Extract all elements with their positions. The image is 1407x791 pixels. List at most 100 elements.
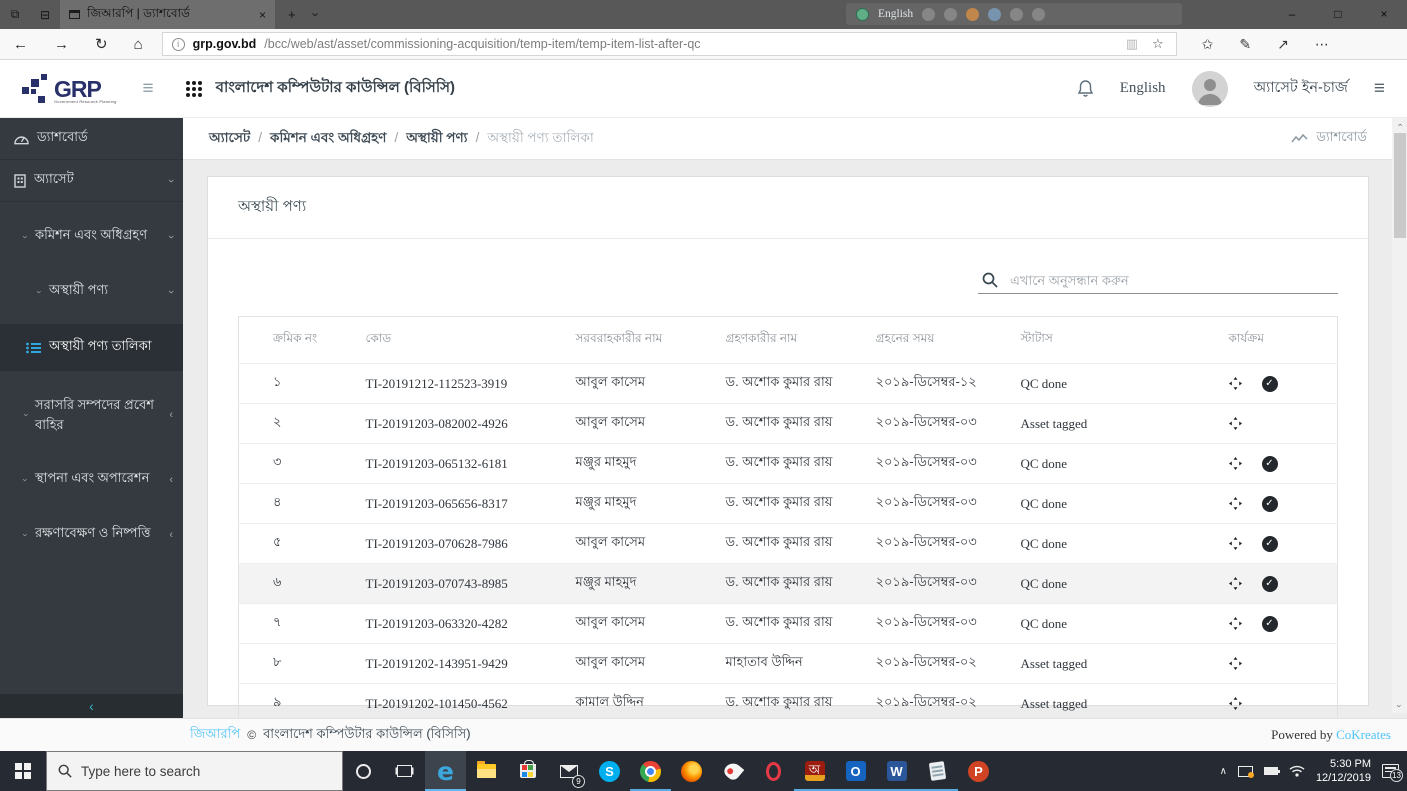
taskbar-search[interactable]: Type here to search bbox=[46, 751, 343, 791]
overlay-icon[interactable] bbox=[988, 7, 1002, 21]
taskbar-chrome-button[interactable] bbox=[630, 751, 671, 791]
more-options-icon[interactable]: ⋯ bbox=[1302, 36, 1342, 53]
overlay-info-icon[interactable] bbox=[1032, 7, 1046, 21]
url-domain: grp.gov.bd bbox=[192, 37, 257, 51]
taskbar-cortana-button[interactable] bbox=[343, 751, 384, 791]
sidebar-item-2[interactable]: › কমিশন এবং অধিগ্রহণ › bbox=[0, 216, 183, 257]
scrollbar-thumb[interactable] bbox=[1393, 133, 1406, 238]
sidebar-collapse-button[interactable]: ‹ bbox=[0, 694, 183, 718]
cell-date: ২০১৯-ডিসেম্বর-০২ bbox=[865, 643, 1011, 684]
browser-tab[interactable]: জিআরপি | ড্যাশবোর্ড × bbox=[60, 0, 275, 29]
tray-expand-chevron-icon[interactable]: ∧ bbox=[1220, 766, 1227, 777]
taskbar-task-view-button[interactable] bbox=[384, 751, 425, 791]
set-aside-tabs-icon[interactable]: ⧉ bbox=[0, 7, 30, 22]
overlay-icon[interactable] bbox=[966, 7, 980, 21]
overlay-icon[interactable] bbox=[922, 7, 936, 21]
taskbar-notepad-button[interactable] bbox=[917, 751, 958, 791]
sidebar-item-3[interactable]: › অস্থায়ী পণ্য › bbox=[0, 271, 183, 312]
sidebar-item-4[interactable]: অস্থায়ী পণ্য তালিকা bbox=[0, 324, 183, 371]
reading-view-icon[interactable]: ▥ bbox=[1123, 36, 1141, 52]
battery-icon[interactable] bbox=[1263, 767, 1280, 775]
taskbar-file-explorer-button[interactable] bbox=[466, 751, 507, 791]
sidebar-item-0[interactable]: ড্যাশবোর্ড bbox=[0, 118, 183, 160]
qc-done-check-icon[interactable]: ✓ bbox=[1261, 575, 1278, 592]
home-icon[interactable]: ⌂ bbox=[121, 36, 156, 53]
user-role-label[interactable]: অ্যাসেট ইন-চার্জ bbox=[1254, 77, 1348, 101]
hub-icon[interactable]: ✩ bbox=[1189, 36, 1227, 53]
qc-done-check-icon[interactable]: ✓ bbox=[1261, 535, 1278, 552]
window-minimize-button[interactable]: – bbox=[1269, 0, 1315, 29]
breadcrumb-item[interactable]: অ্যাসেট bbox=[209, 130, 250, 145]
overlay-help-icon[interactable] bbox=[1010, 7, 1024, 21]
share-icon[interactable]: ↗ bbox=[1264, 36, 1302, 53]
move-action-icon[interactable] bbox=[1228, 577, 1242, 590]
move-action-icon[interactable] bbox=[1228, 497, 1242, 510]
url-field[interactable]: i grp.gov.bd /bcc/web/ast/asset/commissi… bbox=[161, 32, 1177, 56]
move-action-icon[interactable] bbox=[1228, 457, 1242, 470]
tab-preview-icon[interactable]: ⊟ bbox=[30, 8, 60, 22]
language-switcher[interactable]: English bbox=[1120, 80, 1166, 97]
qc-done-check-icon[interactable]: ✓ bbox=[1261, 375, 1278, 392]
taskbar-store-button[interactable] bbox=[507, 751, 548, 791]
site-info-icon[interactable]: i bbox=[171, 37, 185, 51]
taskbar-firefox-button[interactable] bbox=[671, 751, 712, 791]
taskbar-avro-keyboard-button[interactable] bbox=[712, 751, 753, 791]
tab-list-chevron-icon[interactable]: › bbox=[308, 5, 323, 23]
refresh-icon[interactable]: ↻ bbox=[82, 35, 121, 53]
page-scrollbar[interactable]: › › bbox=[1392, 118, 1407, 713]
move-action-icon[interactable] bbox=[1228, 377, 1242, 390]
footer-brand-link[interactable]: জিআরপি bbox=[190, 725, 240, 746]
qc-done-check-icon[interactable]: ✓ bbox=[1261, 495, 1278, 512]
taskbar-word-button[interactable]: W bbox=[876, 751, 917, 791]
settings-menu-icon[interactable]: ≡ bbox=[1374, 78, 1385, 100]
user-avatar[interactable] bbox=[1191, 70, 1228, 107]
back-icon[interactable]: ← bbox=[0, 36, 41, 53]
sidebar-item-1[interactable]: অ্যাসেট › bbox=[0, 160, 183, 202]
sidebar-item-7[interactable]: › রক্ষণাবেক্ষণ ও নিষ্পত্তি ‹ bbox=[0, 514, 183, 555]
move-action-icon[interactable] bbox=[1228, 417, 1242, 430]
new-tab-button[interactable]: + bbox=[281, 7, 303, 22]
dashboard-shortcut[interactable]: ড্যাশবোর্ড bbox=[1291, 128, 1367, 149]
wifi-icon[interactable] bbox=[1289, 765, 1305, 777]
translate-icon[interactable] bbox=[856, 7, 869, 21]
sidebar-item-5[interactable]: › সরাসরি সম্পদের প্রবেশ বাহির ‹ bbox=[0, 385, 183, 445]
taskbar-bangla-keyboard-button[interactable]: অ bbox=[794, 751, 835, 791]
display-notification-icon[interactable] bbox=[1237, 765, 1254, 778]
overlay-icon[interactable] bbox=[944, 7, 958, 21]
taskbar-outlook-button[interactable]: O bbox=[835, 751, 876, 791]
qc-done-check-icon[interactable]: ✓ bbox=[1261, 615, 1278, 632]
app-grid-icon[interactable] bbox=[185, 80, 202, 97]
taskbar-mail-button[interactable]: 9 bbox=[548, 751, 589, 791]
taskbar-powerpoint-button[interactable]: P bbox=[958, 751, 999, 791]
taskbar-opera-button[interactable] bbox=[753, 751, 794, 791]
qc-done-check-icon[interactable]: ✓ bbox=[1261, 455, 1278, 472]
table-row: ৮ TI-20191202-143951-9429 আবুল কাসেম মাহাতা… bbox=[238, 643, 1338, 684]
grp-logo[interactable]: GRP Government Resource Planning bbox=[22, 73, 117, 104]
opera-icon bbox=[766, 761, 781, 781]
action-center-icon[interactable]: 13 bbox=[1382, 764, 1403, 782]
window-close-button[interactable]: × bbox=[1361, 0, 1407, 29]
favorite-star-icon[interactable]: ☆ bbox=[1149, 36, 1167, 52]
move-action-icon[interactable] bbox=[1228, 657, 1242, 670]
cokreates-link[interactable]: CoKreates bbox=[1336, 727, 1391, 742]
move-action-icon[interactable] bbox=[1228, 697, 1242, 710]
move-action-icon[interactable] bbox=[1228, 537, 1242, 550]
taskbar-skype-button[interactable]: S bbox=[589, 751, 630, 791]
move-action-icon[interactable] bbox=[1228, 617, 1242, 630]
search-input[interactable] bbox=[1010, 272, 1334, 288]
window-maximize-button[interactable]: □ bbox=[1315, 0, 1361, 29]
taskbar-clock[interactable]: 5:30 PM 12/12/2019 bbox=[1316, 757, 1371, 786]
sidebar-item-6[interactable]: › স্থাপনা এবং অপারেশন ‹ bbox=[0, 459, 183, 500]
scroll-down-icon[interactable]: › bbox=[1393, 705, 1407, 708]
start-button[interactable] bbox=[0, 751, 46, 791]
notification-bell-icon[interactable] bbox=[1077, 79, 1094, 98]
tab-close-icon[interactable]: × bbox=[259, 8, 266, 22]
forward-icon[interactable]: → bbox=[41, 36, 82, 53]
breadcrumb-item[interactable]: কমিশন এবং অধিগ্রহণ bbox=[270, 130, 386, 145]
taskbar-edge-button[interactable]: e bbox=[425, 751, 466, 791]
scroll-up-icon[interactable]: › bbox=[1393, 124, 1407, 127]
cell-date: ২০১৯-ডিসেম্বর-০৩ bbox=[865, 563, 1011, 604]
sidebar-toggle-icon[interactable]: ≡ bbox=[143, 78, 154, 100]
web-note-pen-icon[interactable]: ✎ bbox=[1226, 36, 1264, 53]
breadcrumb-item[interactable]: অস্থায়ী পণ্য bbox=[406, 130, 467, 145]
